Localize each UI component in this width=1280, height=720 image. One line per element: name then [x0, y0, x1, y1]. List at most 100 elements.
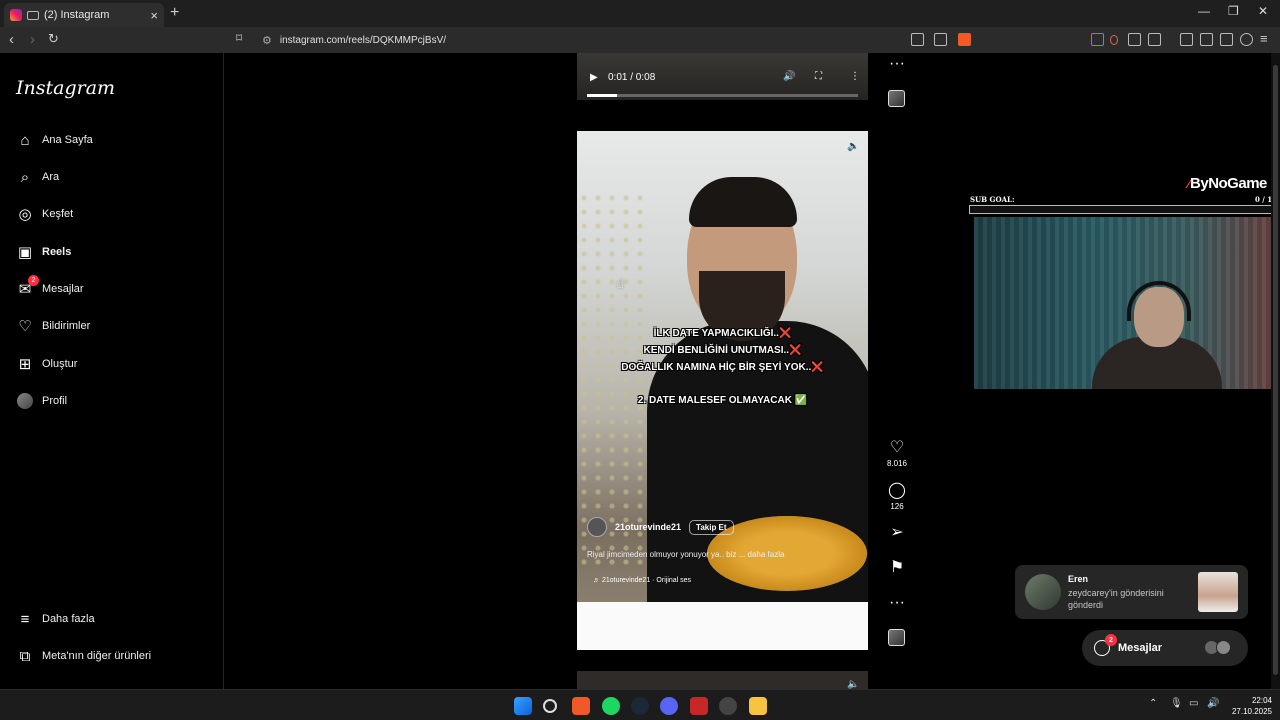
sound-icon[interactable]: 🔈 — [847, 141, 859, 152]
minimize-button[interactable]: — — [1198, 4, 1210, 18]
sidebar-item-label: Mesajlar — [42, 283, 84, 295]
page-scrollbar[interactable] — [1271, 53, 1280, 689]
audio-thumbnail[interactable] — [888, 629, 905, 646]
back-icon[interactable]: ‹ — [9, 31, 14, 48]
maximize-button[interactable]: ❐ — [1228, 4, 1239, 18]
instagram-logo[interactable]: Instagram — [16, 77, 115, 99]
tab-instagram[interactable]: (2) Instagram × — [4, 3, 164, 27]
overlay-line-3: DOĞALLIK NAMINA HİÇ BİR ŞEYİ YOK..❌ — [621, 362, 824, 373]
wallet-icon[interactable] — [1220, 33, 1233, 46]
messages-button[interactable]: 2 Mesajlar — [1082, 630, 1248, 666]
site-settings-icon[interactable]: ⚙ — [262, 34, 272, 47]
leo-icon[interactable] — [1240, 33, 1253, 46]
menu-icon[interactable]: ≡ — [1260, 31, 1268, 46]
chevron-up-icon[interactable]: ⌃ — [1149, 698, 1157, 709]
message-notification[interactable]: Eren zeydcarey'in gönderisini gönderdi — [1015, 565, 1248, 619]
profile-icon — [16, 392, 34, 410]
compass-icon: ◎ — [18, 206, 32, 223]
bookmark-icon[interactable]: ⌑ — [236, 31, 242, 45]
reload-icon[interactable]: ↻ — [48, 31, 59, 47]
extension-2-icon[interactable] — [1110, 35, 1118, 45]
avatar — [1216, 640, 1231, 655]
overlay-line-4: 2. DATE MALESEF OLMAYACAK ✅ — [637, 395, 808, 406]
sidebar-icon[interactable] — [1200, 33, 1213, 46]
close-tab-icon[interactable]: × — [150, 8, 158, 23]
author-avatar[interactable] — [587, 517, 607, 537]
taskbar-clock[interactable]: 22:04 27.10.2025 — [1228, 695, 1272, 717]
save-button[interactable]: ⚑ — [880, 560, 914, 576]
tab-title: (2) Instagram — [44, 9, 110, 21]
network-icon[interactable]: ▭ — [1189, 698, 1198, 709]
reel-audio[interactable]: ♬ 21oturevinde21 · Orijinal ses — [593, 577, 691, 584]
reels-icon: ▣ — [17, 244, 33, 261]
play-icon[interactable]: ▶ — [590, 72, 598, 83]
overlay-line-2: KENDİ BENLİĞİNİ UNUTMASI..❌ — [643, 345, 802, 356]
fullscreen-icon[interactable]: ⛶ — [815, 71, 822, 82]
sidebar-item-label: Ara — [42, 171, 60, 183]
bynogame-logo: ⁄ByNoGame — [1188, 175, 1267, 192]
sidebar-item-explore[interactable]: ◎ Keşfet — [16, 202, 73, 226]
brave-icon[interactable] — [572, 697, 590, 715]
search-icon: ⌕ — [20, 168, 30, 186]
extension-icon[interactable] — [1091, 33, 1104, 46]
heart-icon: ♡ — [889, 439, 905, 456]
volume-icon[interactable]: 🔊 — [783, 71, 795, 82]
send-icon: ➢ — [890, 524, 904, 541]
puzzle-icon[interactable] — [1128, 33, 1141, 46]
reel-more-button[interactable]: ··· — [880, 595, 914, 611]
scrollbar-thumb[interactable] — [1273, 65, 1278, 675]
share-button[interactable]: ➢ — [880, 525, 914, 541]
reel-bottom-area — [577, 602, 868, 650]
caption-more-link[interactable]: ... daha fazla — [739, 550, 785, 559]
forward-icon[interactable]: › — [30, 31, 35, 48]
spotify-icon[interactable] — [602, 697, 620, 715]
previous-audio-thumbnail[interactable] — [888, 90, 905, 107]
cast-icon[interactable] — [911, 33, 924, 46]
sidebar-item-profile[interactable]: Profil — [16, 389, 67, 413]
sidebar-item-create[interactable]: ⊞ Oluştur — [16, 352, 78, 376]
search-icon[interactable] — [543, 699, 557, 713]
comment-icon: ◯ — [888, 482, 906, 499]
obs-icon[interactable] — [719, 697, 737, 715]
next-reel-preview[interactable] — [577, 671, 868, 689]
comment-button[interactable]: ◯ 126 — [880, 482, 914, 512]
discord-icon[interactable] — [660, 697, 678, 715]
new-tab-button[interactable]: + — [170, 4, 179, 22]
video-more-icon[interactable]: ⋮ — [850, 71, 860, 82]
url-bar[interactable]: ⚙ instagram.com/reels/DQKMMPcjBsV/ — [258, 30, 978, 50]
windows-start-icon[interactable] — [514, 697, 532, 715]
sidebar-item-meta[interactable]: ⧉ Meta'nın diğer ürünleri — [16, 644, 151, 668]
sidebar-item-notifications[interactable]: ♡ Bildirimler — [16, 314, 90, 338]
bookmark-icon: ⚑ — [889, 559, 905, 576]
follow-button[interactable]: Takip Et — [689, 519, 734, 535]
sidebar-item-more[interactable]: ≡ Daha fazla — [16, 607, 95, 631]
file-explorer-icon[interactable] — [749, 697, 767, 715]
microphone-icon[interactable]: 🎙 — [1170, 698, 1183, 709]
clock-date: 27.10.2025 — [1231, 707, 1272, 716]
sidebar-item-messages[interactable]: ✉ 2 Mesajlar — [16, 275, 84, 301]
previous-more-button[interactable]: ··· — [880, 56, 914, 72]
notification-sender: Eren — [1068, 574, 1089, 584]
like-button[interactable]: ♡ 8.016 — [880, 439, 914, 469]
bynogame-text: ByNoGame — [1190, 175, 1267, 192]
close-window-button[interactable]: ✕ — [1258, 4, 1268, 18]
speaker-icon[interactable]: 🔊 — [1207, 698, 1219, 709]
steam-icon[interactable] — [631, 697, 649, 715]
reading-list-icon[interactable] — [1148, 33, 1161, 46]
sidebar-item-home[interactable]: ⌂ Ana Sayfa — [16, 128, 92, 152]
caption-text: Riyal jimcimeden olmuyor yonuyor ya.. bi… — [587, 550, 737, 559]
author-name[interactable]: 21oturevinde21 — [615, 522, 681, 532]
share-icon[interactable] — [934, 33, 947, 46]
sidebar-item-reels[interactable]: ▣ Reels — [16, 240, 71, 264]
brave-shield-icon[interactable] — [958, 33, 971, 46]
app-icon[interactable] — [690, 697, 708, 715]
video-progress-bar[interactable] — [587, 94, 858, 97]
notification-thumbnail — [1198, 572, 1238, 612]
media-icon[interactable] — [1180, 33, 1193, 46]
home-icon: ⌂ — [20, 131, 30, 149]
video-time: 0:01 / 0:08 — [608, 72, 656, 83]
tab-audio-icon[interactable] — [27, 10, 39, 20]
sidebar-item-search[interactable]: ⌕ Ara — [16, 165, 59, 189]
avatar — [17, 393, 33, 409]
messenger-icon: 2 — [1094, 634, 1117, 656]
